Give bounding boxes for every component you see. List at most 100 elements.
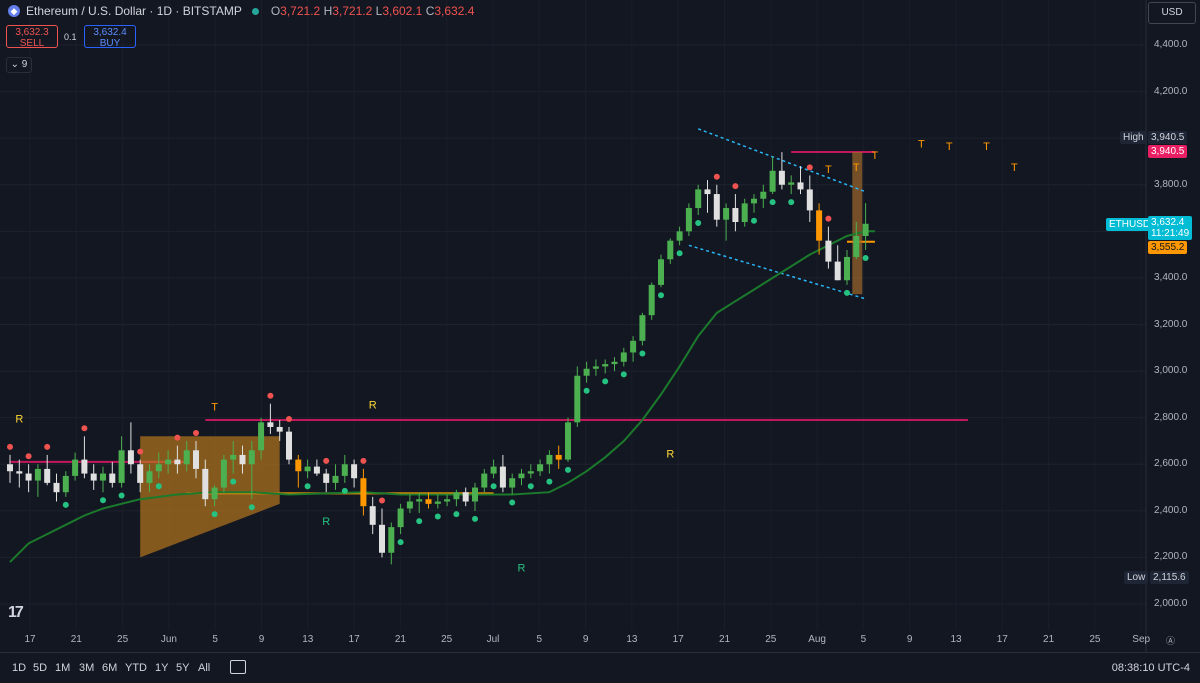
auto-scale-icon[interactable]: Ⓐ: [1166, 634, 1175, 647]
x-tick-label: Jun: [160, 634, 177, 645]
signal-dot: [806, 164, 813, 171]
candle: [388, 522, 395, 565]
candles: [7, 152, 869, 565]
signal-dot: [490, 483, 497, 490]
candle: [53, 473, 60, 502]
buy-button[interactable]: 3,632.4 BUY: [84, 25, 136, 49]
high-line-tag: 3,940.5: [1148, 145, 1188, 158]
signal-dot: [379, 497, 385, 504]
moving-average-line: [9, 230, 875, 563]
candle: [518, 468, 525, 486]
signal-dots: [7, 164, 869, 546]
candle: [788, 175, 795, 195]
candle: [741, 198, 748, 227]
marker-t: T: [946, 141, 953, 153]
candlestick-chart[interactable]: TT TTT T TTRRRRR: [0, 0, 1200, 682]
candle: [360, 468, 367, 516]
range-5y[interactable]: 5Y: [176, 662, 189, 674]
candle: [778, 152, 785, 190]
candle: [397, 503, 404, 535]
marker-t: T: [872, 150, 879, 162]
signal-dot: [323, 457, 330, 464]
x-tick-label: 25: [441, 634, 453, 645]
y-tick-label: 3,800.0: [1154, 178, 1188, 190]
signal-dot: [155, 483, 162, 490]
candle: [118, 436, 125, 488]
signal-dot: [25, 453, 32, 460]
candle: [685, 203, 692, 236]
marker-t: T: [918, 138, 925, 150]
symbol-title[interactable]: Ethereum / U.S. Dollar · 1D · BITSTAMP: [26, 4, 242, 18]
candle: [7, 454, 13, 483]
high-label: High: [1120, 131, 1147, 144]
chart-header: ◆ Ethereum / U.S. Dollar · 1D · BITSTAMP…: [8, 4, 474, 18]
candle: [555, 445, 562, 469]
ohlc-values: O3,721.2 H3,721.2 L3,602.1 C3,632.4: [270, 4, 475, 18]
signal-dot: [44, 443, 51, 450]
signal-dot: [7, 443, 13, 450]
x-tick-label: 25: [117, 634, 129, 645]
range-1m[interactable]: 1M: [55, 662, 70, 674]
signal-dot: [211, 511, 218, 518]
x-tick-label: 5: [536, 634, 543, 645]
candle: [304, 459, 311, 479]
sell-button[interactable]: 3,632.3 SELL: [6, 25, 58, 49]
candle: [220, 454, 227, 493]
candle: [127, 422, 134, 474]
range-3m[interactable]: 3M: [79, 662, 94, 674]
ethereum-icon: ◆: [8, 5, 20, 17]
candle: [481, 468, 488, 493]
x-tick-label: 9: [582, 634, 589, 645]
shaded-zones: [140, 152, 863, 558]
candle: [341, 454, 348, 483]
signal-dot: [248, 504, 255, 511]
candle: [806, 175, 813, 223]
x-tick-label: 17: [24, 634, 36, 645]
y-tick-label: 3,000.0: [1154, 365, 1188, 377]
x-tick-label: 13: [626, 634, 638, 645]
candle: [332, 464, 339, 490]
x-tick-label: 13: [950, 634, 962, 645]
calendar-icon[interactable]: [230, 660, 246, 674]
candle: [286, 426, 292, 465]
signal-dot: [341, 487, 348, 494]
signal-dot: [193, 429, 199, 436]
y-tick-label: 2,400.0: [1154, 504, 1188, 516]
signal-dot: [174, 434, 181, 441]
clock[interactable]: 08:38:10 UTC-4: [1112, 662, 1190, 674]
candle: [611, 357, 618, 372]
range-ytd[interactable]: YTD: [125, 662, 147, 674]
x-tick-label: 21: [70, 634, 82, 645]
candle: [295, 454, 302, 488]
high-value: 3,940.5: [1148, 131, 1188, 144]
candle: [751, 194, 757, 213]
signal-dot: [769, 199, 776, 206]
candle: [267, 403, 274, 434]
x-tick-label: 21: [1043, 634, 1055, 645]
currency-select[interactable]: USD: [1148, 2, 1196, 24]
candle: [565, 417, 571, 462]
candle: [658, 254, 664, 288]
marker-t: T: [211, 402, 218, 414]
indicators-toggle[interactable]: ⌄ 9: [6, 57, 32, 73]
range-5d[interactable]: 5D: [33, 662, 47, 674]
candle: [620, 347, 627, 367]
range-1d[interactable]: 1D: [12, 662, 26, 674]
signal-dot: [267, 392, 274, 399]
x-tick-label: 25: [1089, 634, 1101, 645]
candle: [639, 312, 646, 346]
candle: [499, 454, 506, 493]
signal-dot: [602, 378, 609, 385]
marker-r: R: [369, 399, 377, 411]
candle: [732, 194, 739, 232]
x-tick-label: 9: [258, 634, 265, 645]
y-tick-label: 4,200.0: [1154, 85, 1188, 97]
range-6m[interactable]: 6M: [102, 662, 117, 674]
marker-r: R: [322, 516, 330, 528]
range-all[interactable]: All: [198, 662, 210, 674]
signal-dot: [472, 515, 478, 522]
candle: [81, 436, 88, 479]
range-1y[interactable]: 1Y: [155, 662, 168, 674]
candle: [109, 461, 116, 488]
candle: [44, 454, 51, 486]
